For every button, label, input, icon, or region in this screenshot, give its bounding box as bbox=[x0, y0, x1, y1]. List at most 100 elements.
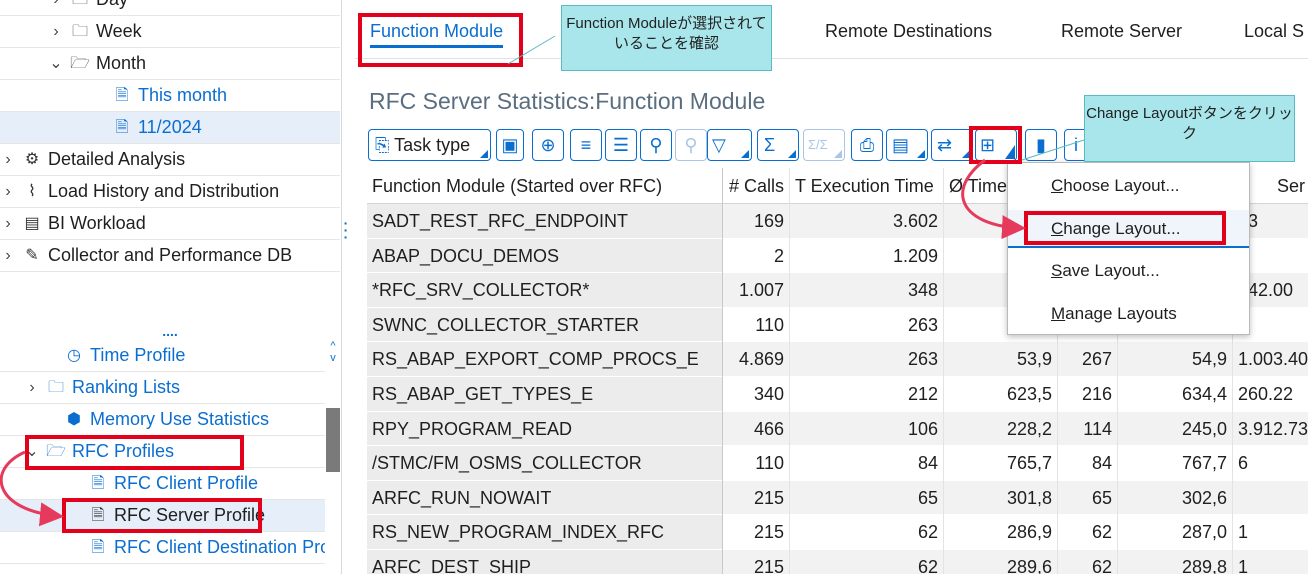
column-header-calls[interactable]: # Calls bbox=[723, 168, 789, 203]
table-cell[interactable]: 65 bbox=[790, 481, 943, 515]
table-cell[interactable]: 110 bbox=[723, 308, 789, 342]
table-cell[interactable]: 62 bbox=[1058, 550, 1117, 574]
table-cell[interactable]: 53,9 bbox=[944, 342, 1057, 376]
vertical-splitter-handle[interactable]: · · · bbox=[342, 216, 350, 244]
subtotal-button[interactable]: Σ/Σ bbox=[803, 129, 845, 161]
tree-item[interactable]: › ▤ BI Workload bbox=[0, 208, 340, 240]
table-cell[interactable]: 114 bbox=[1058, 412, 1117, 446]
table-cell[interactable]: 289,8 bbox=[1118, 550, 1232, 574]
table-cell[interactable]: 1.209 bbox=[790, 239, 943, 273]
tree-item[interactable]: ◷ Time Profile bbox=[0, 340, 340, 372]
table-cell[interactable]: 267 bbox=[1058, 342, 1117, 376]
table-cell[interactable]: 340 bbox=[723, 377, 789, 411]
table-cell[interactable]: 106 bbox=[790, 412, 943, 446]
table-cell[interactable]: 3.602 bbox=[790, 204, 943, 238]
table-cell[interactable]: RS_ABAP_EXPORT_COMP_PROCS_E bbox=[367, 342, 722, 376]
table-row[interactable]: RS_NEW_PROGRAM_INDEX_RFC 215 62 286,9 62 287,… bbox=[367, 515, 1308, 550]
table-cell[interactable]: 169 bbox=[723, 204, 789, 238]
table-cell[interactable]: 65 bbox=[1058, 481, 1117, 515]
chevron-right-icon[interactable]: › bbox=[0, 144, 16, 175]
tree-item[interactable]: 🗎 RFC Client Profile bbox=[0, 468, 340, 500]
sort-descending-button[interactable]: ☰ bbox=[605, 129, 637, 161]
tree-item[interactable]: › ✎ Collector and Performance DB bbox=[0, 240, 340, 272]
menu-item-choose-layout[interactable]: Choose Layout... bbox=[1008, 167, 1249, 205]
table-cell[interactable]: ARFC_DEST_SHIP bbox=[367, 550, 722, 574]
tree-item[interactable]: › ⌇ Load History and Distribution bbox=[0, 176, 340, 208]
table-cell[interactable]: 1.003.40 bbox=[1233, 342, 1308, 376]
total-button[interactable]: Σ bbox=[757, 129, 799, 161]
zoom-button[interactable]: ⊕ bbox=[532, 129, 564, 161]
table-cell[interactable]: 2 bbox=[723, 239, 789, 273]
table-row[interactable]: RPY_PROGRAM_READ 466 106 228,2 114 245,0 3.912… bbox=[367, 411, 1308, 447]
chevron-right-icon[interactable]: › bbox=[24, 372, 40, 403]
table-cell[interactable]: 4.869 bbox=[723, 342, 789, 376]
table-cell[interactable]: 1 bbox=[1233, 550, 1308, 574]
table-cell[interactable]: ARFC_RUN_NOWAIT bbox=[367, 480, 722, 515]
table-cell[interactable]: SADT_REST_RFC_ENDPOINT bbox=[367, 204, 722, 238]
chevron-right-icon[interactable]: › bbox=[48, 0, 64, 15]
table-cell[interactable]: 110 bbox=[723, 446, 789, 480]
table-cell[interactable]: 6 bbox=[1233, 446, 1308, 480]
table-cell[interactable]: 286,9 bbox=[944, 515, 1057, 549]
table-cell[interactable]: 216 bbox=[1058, 377, 1117, 411]
table-cell[interactable]: 1 bbox=[1233, 515, 1308, 549]
table-cell[interactable]: 62 bbox=[790, 515, 943, 549]
table-cell[interactable]: 212 bbox=[790, 377, 943, 411]
tree-item[interactable]: 🗎 This month bbox=[0, 80, 340, 112]
task-type-button[interactable]: ⎘ Task type bbox=[368, 129, 491, 161]
tree-item[interactable]: › ⚙ Detailed Analysis bbox=[0, 144, 340, 176]
sort-ascending-button[interactable]: ≡ bbox=[570, 129, 602, 161]
column-header-execution-time[interactable]: T Execution Time bbox=[790, 168, 943, 203]
tree-item[interactable]: › 🗀 Week bbox=[0, 16, 340, 48]
table-cell[interactable] bbox=[1233, 481, 1308, 515]
table-row[interactable]: ARFC_DEST_SHIP 215 62 289,6 62 289,8 1 bbox=[367, 550, 1308, 574]
table-cell[interactable]: 634,4 bbox=[1118, 377, 1232, 411]
details-button[interactable]: ▣ bbox=[496, 129, 524, 161]
table-cell[interactable]: 289,6 bbox=[944, 550, 1057, 574]
find-button[interactable]: ⚲ bbox=[640, 129, 672, 161]
tree-item[interactable]: › 🗀 Ranking Lists bbox=[0, 372, 340, 404]
table-cell[interactable]: 767,7 bbox=[1118, 446, 1232, 480]
table-row[interactable]: /STMC/FM_OSMS_COLLECTOR 110 84 765,7 84 767,7… bbox=[367, 446, 1308, 481]
table-cell[interactable]: 245,0 bbox=[1118, 412, 1232, 446]
export-button[interactable]: ⇄ bbox=[931, 129, 973, 161]
table-row[interactable]: ARFC_RUN_NOWAIT 215 65 301,8 65 302,6 bbox=[367, 480, 1308, 516]
find-next-button[interactable]: ⚲ bbox=[675, 129, 707, 161]
table-cell[interactable]: RPY_PROGRAM_READ bbox=[367, 411, 722, 446]
panel-splitter[interactable]: .... bbox=[150, 324, 190, 338]
table-cell[interactable]: 62 bbox=[1058, 515, 1117, 549]
table-row[interactable]: RS_ABAP_EXPORT_COMP_PROCS_E 4.869 263 53,9 2… bbox=[367, 342, 1308, 377]
table-cell[interactable]: 84 bbox=[790, 446, 943, 480]
chevron-right-icon[interactable]: › bbox=[0, 240, 16, 271]
column-header-ser[interactable]: Ser bbox=[1272, 168, 1308, 203]
tree-item[interactable]: ⌄ 🗁 Month bbox=[0, 48, 340, 80]
table-cell[interactable]: RS_NEW_PROGRAM_INDEX_RFC bbox=[367, 515, 722, 549]
table-cell[interactable]: 623,5 bbox=[944, 377, 1057, 411]
table-cell[interactable]: 765,7 bbox=[944, 446, 1057, 480]
table-cell[interactable]: 215 bbox=[723, 515, 789, 549]
table-cell[interactable]: 62 bbox=[790, 550, 943, 574]
tree-item[interactable]: ⬢ Memory Use Statistics bbox=[0, 404, 340, 436]
table-cell[interactable]: 348 bbox=[790, 273, 943, 307]
table-cell[interactable]: /STMC/FM_OSMS_COLLECTOR bbox=[367, 446, 722, 480]
column-header-function-module[interactable]: Function Module (Started over RFC) bbox=[367, 168, 722, 203]
tab-remote-destinations[interactable]: Remote Destinations bbox=[825, 16, 992, 48]
print-button[interactable]: ⎙ bbox=[851, 129, 883, 161]
filter-button[interactable]: ▽ bbox=[707, 129, 752, 161]
tab-remote-server[interactable]: Remote Server bbox=[1061, 16, 1182, 48]
table-cell[interactable]: 215 bbox=[723, 481, 789, 515]
table-cell[interactable]: 1.007 bbox=[723, 273, 789, 307]
tree-item[interactable]: › 🗀 Day bbox=[0, 0, 340, 16]
chevron-down-icon[interactable]: ⌄ bbox=[48, 48, 64, 79]
scroll-up-icon[interactable]: ^ bbox=[325, 341, 341, 352]
table-cell[interactable]: 228,2 bbox=[944, 412, 1057, 446]
chevron-right-icon[interactable]: › bbox=[0, 208, 16, 239]
table-cell[interactable]: SWNC_COLLECTOR_STARTER bbox=[367, 307, 722, 342]
scroll-down-icon[interactable]: v bbox=[325, 353, 341, 364]
table-row[interactable]: RS_ABAP_GET_TYPES_E 340 212 623,5 216 634,4 26… bbox=[367, 377, 1308, 412]
table-cell[interactable]: 263 bbox=[790, 342, 943, 376]
table-cell[interactable]: 54,9 bbox=[1118, 342, 1232, 376]
scroll-thumb[interactable] bbox=[326, 408, 340, 472]
table-cell[interactable]: 263 bbox=[790, 308, 943, 342]
table-cell[interactable]: 215 bbox=[723, 550, 789, 574]
